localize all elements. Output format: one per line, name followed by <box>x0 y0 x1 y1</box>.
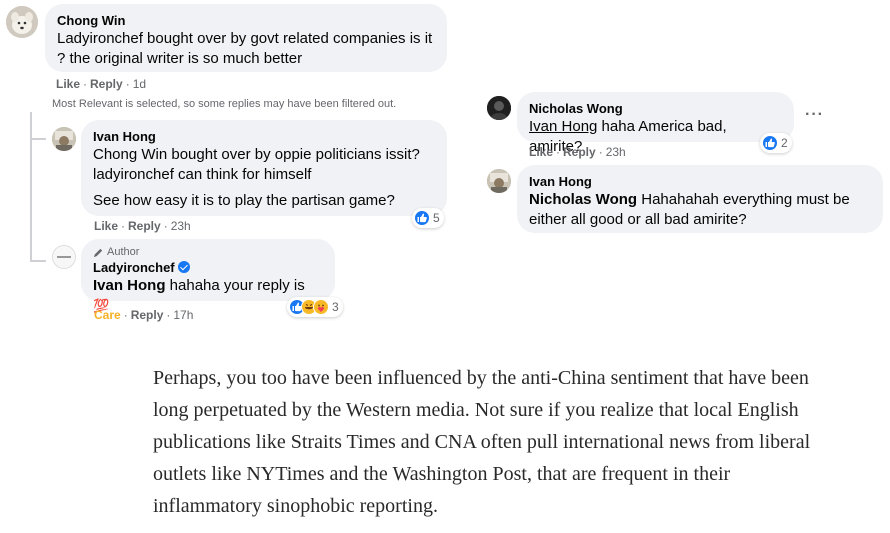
ivan-hong-avatar[interactable] <box>52 127 76 151</box>
thread-line <box>30 138 46 140</box>
comment-text-line: ladyironchef can think for himself <box>93 166 312 183</box>
nicholas-wong-comment-bubble: Nicholas Wong Ivan Hong haha America bad… <box>517 92 794 155</box>
comment-actions: Like · Reply · 1d <box>56 77 147 91</box>
comment-text-line: Ladyironchef bought over by govt related… <box>57 30 433 47</box>
comment-actions: Like · Reply · 23h <box>529 145 626 159</box>
comment-text-line: either all good or all bad amirite? <box>529 211 747 228</box>
filtered-notice: Most Relevant is selected, so some repli… <box>52 98 397 110</box>
comment-timestamp[interactable]: 23h <box>606 145 626 159</box>
comment-author-name[interactable]: Ivan Hong <box>529 173 871 190</box>
nicholas-avatar-icon <box>487 96 511 120</box>
comment-text-line: Chong Win bought over by oppie politicia… <box>93 146 420 163</box>
reaction-count: 5 <box>433 211 440 225</box>
comment-text-line: See how easy it is to play the partisan … <box>93 192 395 209</box>
comment-author-name[interactable]: Ladyironchef <box>93 259 323 276</box>
like-link[interactable]: Like <box>529 145 553 159</box>
ivan-hong-reply-bubble: Ivan Hong Nicholas Wong Hahahahah everyt… <box>517 165 883 233</box>
mention-link[interactable]: Nicholas Wong <box>529 191 637 208</box>
thread-line <box>30 260 46 262</box>
ladyironchef-avatar-icon <box>53 246 75 268</box>
comment-timestamp[interactable]: 23h <box>171 219 191 233</box>
ladyironchef-reply-bubble: Author Ladyironchef Ivan Hong hahaha you… <box>81 239 335 313</box>
like-reaction-icon <box>762 135 778 151</box>
comment-text-body: hahaha your reply is <box>165 277 305 294</box>
author-label: Author <box>107 246 140 258</box>
nicholas-wong-avatar[interactable] <box>487 96 511 120</box>
verified-badge-icon <box>177 261 190 273</box>
reaction-summary[interactable]: 2 <box>760 133 792 153</box>
comment-actions: Like · Reply · 23h <box>94 219 191 233</box>
mention-link[interactable]: Ivan Hong <box>529 118 597 135</box>
reply-link[interactable]: Reply <box>90 77 123 91</box>
author-tag: Author <box>93 245 323 259</box>
author-name-text[interactable]: Ladyironchef <box>93 260 175 275</box>
ladyironchef-avatar[interactable] <box>52 245 76 269</box>
comment-timestamp[interactable]: 1d <box>133 77 146 91</box>
reply-link[interactable]: Reply <box>131 308 164 322</box>
comment-text: Nicholas Wong Hahahahah everything must … <box>529 190 871 210</box>
reply-link[interactable]: Reply <box>563 145 596 159</box>
ivan-hong-avatar[interactable] <box>487 169 511 193</box>
chong-win-comment-bubble: Chong Win Ladyironchef bought over by go… <box>45 4 447 72</box>
pencil-icon <box>93 248 103 257</box>
comment-text-body: Hahahahah everything must be <box>637 191 850 208</box>
ivan-hong-reply-bubble: Ivan Hong Chong Win bought over by oppie… <box>81 120 447 216</box>
reaction-summary[interactable]: 3 <box>287 297 343 317</box>
more-options-icon[interactable]: ··· <box>805 106 824 124</box>
care-reaction-link[interactable]: Care <box>94 308 121 322</box>
ivan-avatar-icon <box>52 127 76 151</box>
thread-line <box>30 112 32 262</box>
chong-win-avatar[interactable] <box>6 6 38 38</box>
like-link[interactable]: Like <box>94 219 118 233</box>
care-reaction-icon <box>313 299 329 315</box>
like-reaction-icon <box>414 210 430 226</box>
comment-author-name[interactable]: Ivan Hong <box>93 128 435 145</box>
reaction-summary[interactable]: 5 <box>412 208 444 228</box>
comment-author-name[interactable]: Chong Win <box>57 12 435 29</box>
reaction-count: 3 <box>332 300 339 314</box>
comment-timestamp[interactable]: 17h <box>173 308 193 322</box>
like-link[interactable]: Like <box>56 77 80 91</box>
comment-text-line: ? the original writer is so much better <box>57 50 303 67</box>
ivan-avatar-icon <box>487 169 511 193</box>
reply-link[interactable]: Reply <box>128 219 161 233</box>
article-paragraph: Perhaps, you too have been influenced by… <box>153 367 811 517</box>
comment-actions: Care · Reply · 17h <box>94 308 194 322</box>
mention-link[interactable]: Ivan Hong <box>93 277 166 294</box>
dog-avatar-icon <box>6 6 38 38</box>
comment-author-name[interactable]: Nicholas Wong <box>529 100 782 117</box>
reaction-count: 2 <box>781 136 788 150</box>
